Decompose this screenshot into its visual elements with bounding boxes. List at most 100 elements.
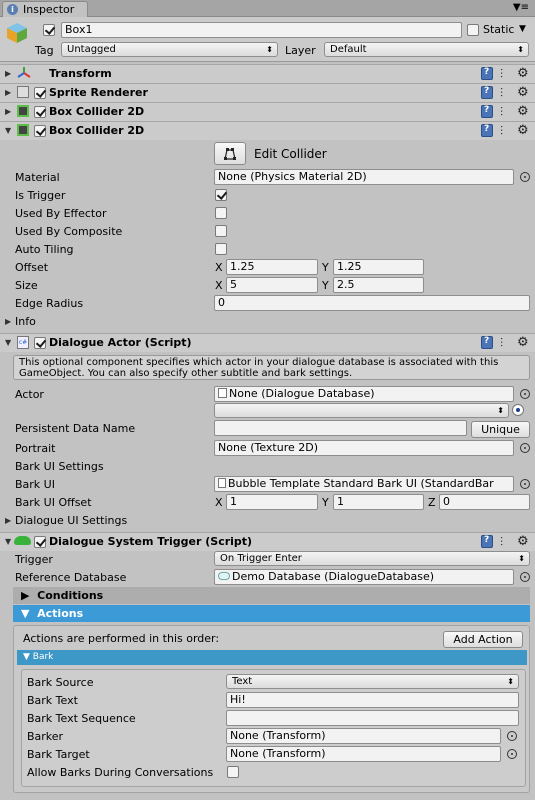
bark-ui-field[interactable]: Bubble Template Standard Bark UI (Standa… [214,476,514,492]
foldout-arrow-down-icon[interactable]: ▼ [5,338,11,347]
chevron-icon: ⬍ [497,406,504,415]
object-picker-icon[interactable] [520,572,530,582]
bark-action-header[interactable]: ▼ Bark [17,650,527,665]
enabled-checkbox[interactable] [34,125,46,137]
edit-collider-icon [224,148,236,160]
object-picker-icon[interactable] [507,749,517,759]
auto-tiling-label: Auto Tiling [15,243,74,256]
help-book-icon[interactable] [481,124,493,137]
script-icon: c# [17,336,29,349]
info-label[interactable]: Info [15,315,36,328]
name-field[interactable]: Box1 [61,22,462,38]
object-picker-icon[interactable] [520,479,530,489]
reference-database-field[interactable]: Demo Database (DialogueDatabase) [214,569,514,585]
active-checkbox[interactable] [43,24,55,36]
bark-text-sequence-label: Bark Text Sequence [27,712,136,725]
foldout-arrow-icon[interactable]: ▶ [5,88,11,97]
component-box-collider-expanded[interactable]: ▼ Box Collider 2D ⫶⚙ [0,121,535,140]
help-book-icon[interactable] [481,86,493,99]
component-box-collider-collapsed[interactable]: ▶ Box Collider 2D ⫶⚙ [0,102,535,121]
add-action-button[interactable]: Add Action [443,631,523,648]
bark-offset-y-label: Y [322,496,329,509]
help-book-icon[interactable] [481,67,493,80]
edge-radius-field[interactable]: 0 [214,295,530,311]
component-sprite-renderer[interactable]: ▶ Sprite Renderer ⫶⚙ [0,83,535,102]
trigger-dropdown[interactable]: On Trigger Enter ⬍ [214,551,530,566]
help-book-icon[interactable] [481,535,493,548]
presets-icon[interactable]: ⫶ [500,336,503,351]
barker-field[interactable]: None (Transform) [226,728,501,744]
dialogue-ui-foldout-icon[interactable]: ▶ [5,516,11,525]
help-book-icon[interactable] [481,105,493,118]
edit-collider-button[interactable] [214,142,246,165]
presets-icon[interactable]: ⫶ [500,535,503,550]
enabled-checkbox[interactable] [34,536,46,548]
bark-offset-z-field[interactable]: 0 [439,494,530,510]
used-by-effector-checkbox[interactable] [215,207,227,219]
foldout-arrow-down-icon[interactable]: ▼ [5,537,11,546]
conditions-foldout[interactable]: ▶ Conditions [13,587,530,604]
bark-offset-y-field[interactable]: 1 [333,494,424,510]
dialogue-ui-settings-label[interactable]: Dialogue UI Settings [15,514,127,527]
gear-icon[interactable]: ⚙ [517,123,529,138]
offset-y-field[interactable]: 1.25 [333,259,424,275]
gear-icon[interactable]: ⚙ [517,85,529,100]
static-checkbox[interactable] [467,24,479,36]
foldout-arrow-down-icon[interactable]: ▼ [5,126,11,135]
bark-source-dropdown[interactable]: Text ⬍ [226,674,519,689]
offset-x-field[interactable]: 1.25 [226,259,318,275]
enabled-checkbox[interactable] [34,87,46,99]
allow-barks-label: Allow Barks During Conversations [27,766,214,779]
used-by-composite-checkbox[interactable] [215,225,227,237]
actions-foldout[interactable]: ▼ Actions [13,605,530,622]
is-trigger-checkbox[interactable] [215,189,227,201]
gear-icon[interactable]: ⚙ [517,66,529,81]
component-transform[interactable]: ▶ Transform ⫶⚙ [0,64,535,83]
actor-radio-icon[interactable] [512,404,524,416]
actor-dropdown[interactable]: ⬍ [214,403,509,418]
layer-dropdown[interactable]: Default ⬍ [324,42,529,57]
component-dialogue-system-trigger[interactable]: ▼ Dialogue System Trigger (Script) ⫶⚙ [0,532,535,551]
tag-dropdown[interactable]: Untagged ⬍ [61,42,278,57]
presets-icon[interactable]: ⫶ [500,67,503,82]
bark-ui-label: Bark UI [15,478,55,491]
info-foldout-icon[interactable]: ▶ [5,317,11,326]
tab-menu-icon[interactable]: ▼≡ [513,2,529,13]
static-dropdown-icon[interactable]: ▼ [519,24,526,34]
persistent-data-name-field[interactable] [214,420,467,436]
size-y-field[interactable]: 2.5 [333,277,424,293]
size-x-field[interactable]: 5 [226,277,318,293]
bark-text-sequence-field[interactable] [226,710,519,726]
portrait-field[interactable]: None (Texture 2D) [214,440,514,456]
auto-tiling-checkbox[interactable] [215,243,227,255]
presets-icon[interactable]: ⫶ [500,86,503,101]
bark-text-field[interactable]: Hi! [226,692,519,708]
foldout-arrow-icon[interactable]: ▶ [5,69,11,78]
bark-ui-offset-label: Bark UI Offset [15,496,92,509]
unique-button[interactable]: Unique [471,421,530,438]
bark-offset-x-field[interactable]: 1 [226,494,318,510]
material-field[interactable]: None (Physics Material 2D) [214,169,514,185]
enabled-checkbox[interactable] [34,337,46,349]
presets-icon[interactable]: ⫶ [500,105,503,120]
component-dialogue-actor[interactable]: ▼ c# Dialogue Actor (Script) ⫶⚙ [0,333,535,352]
actor-field[interactable]: None (Dialogue Database) [214,386,514,402]
object-picker-icon[interactable] [520,172,530,182]
gear-icon[interactable]: ⚙ [517,335,529,350]
object-picker-icon[interactable] [507,731,517,741]
tab-inspector[interactable]: i Inspector [2,1,88,17]
help-book-icon[interactable] [481,336,493,349]
allow-barks-checkbox[interactable] [227,766,239,778]
object-picker-icon[interactable] [520,443,530,453]
chevron-icon: ⬍ [507,677,514,686]
presets-icon[interactable]: ⫶ [500,124,503,139]
trigger-label: Trigger [15,553,53,566]
gear-icon[interactable]: ⚙ [517,534,529,549]
foldout-arrow-icon[interactable]: ▶ [5,107,11,116]
tab-bar: i Inspector ▼≡ [0,0,535,17]
edge-radius-label: Edge Radius [15,297,84,310]
gear-icon[interactable]: ⚙ [517,104,529,119]
bark-target-field[interactable]: None (Transform) [226,746,501,762]
object-picker-icon[interactable] [520,389,530,399]
enabled-checkbox[interactable] [34,106,46,118]
